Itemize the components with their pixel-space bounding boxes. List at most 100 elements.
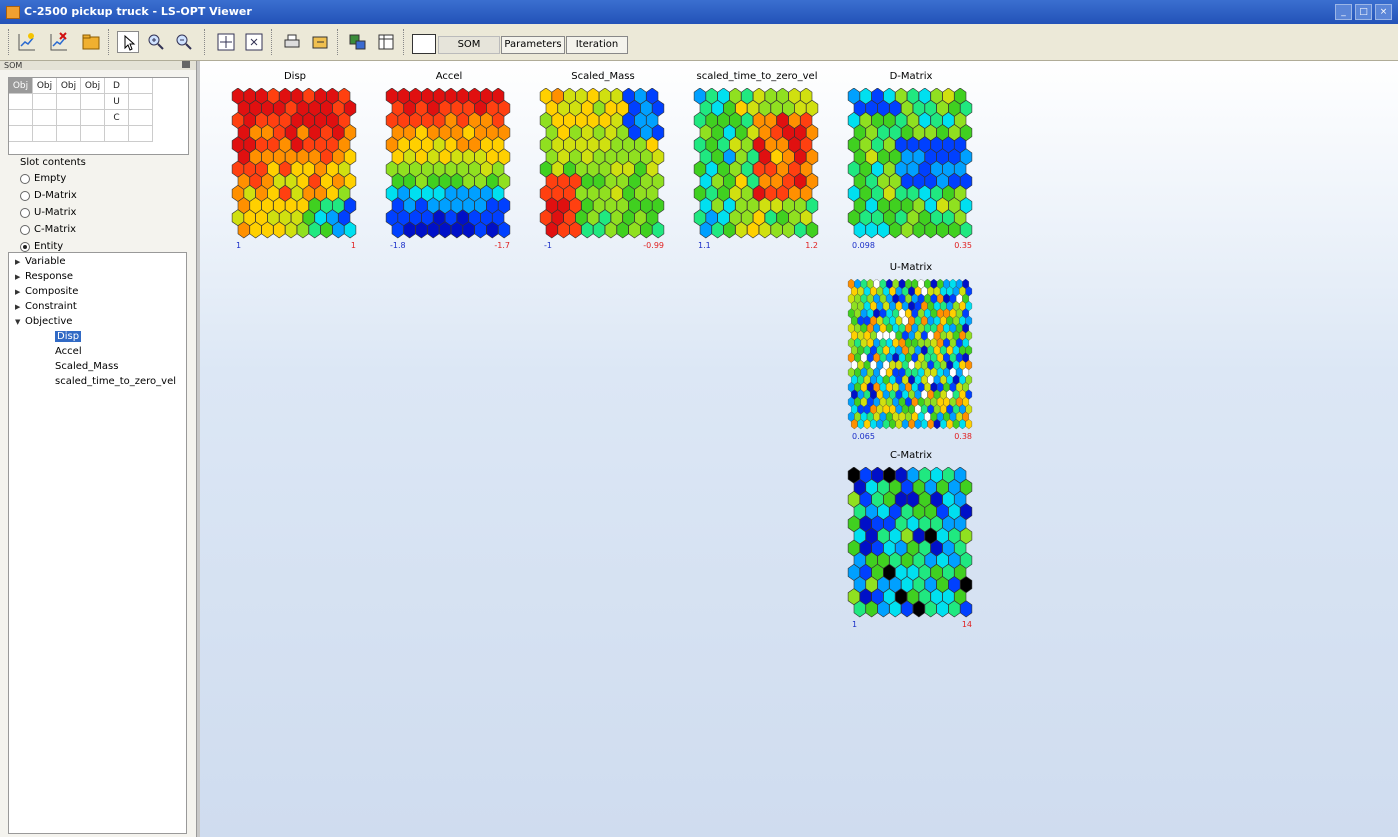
zoom-in-icon[interactable] <box>145 31 167 53</box>
maximize-button[interactable]: □ <box>1355 4 1372 20</box>
collapsed-arrow-icon[interactable]: ▶ <box>15 288 25 296</box>
slot-grid: Obj Obj Obj Obj D U C <box>8 77 189 155</box>
radio-button-icon[interactable] <box>20 241 30 252</box>
radio-empty[interactable]: Empty <box>20 173 66 184</box>
tree-item[interactable]: Disp <box>55 331 82 342</box>
slot-cell[interactable] <box>129 78 153 94</box>
screenshot-icon[interactable] <box>347 31 369 53</box>
slot-cell[interactable] <box>81 126 105 142</box>
tree-item[interactable]: Accel <box>55 346 82 357</box>
som-map-mass[interactable]: Scaled_Mass -1 -0.99 <box>538 71 668 255</box>
som-map-accel[interactable]: Accel -1.8 -1.7 <box>384 71 514 255</box>
radio-label: C-Matrix <box>34 224 77 235</box>
delete-plot-icon[interactable] <box>48 31 70 53</box>
slot-cell[interactable] <box>129 94 153 110</box>
tree-item-label: Accel <box>55 346 82 357</box>
tree-item-label: Scaled_Mass <box>55 361 119 372</box>
tab-parameters[interactable]: Parameters <box>501 36 565 54</box>
minimize-button[interactable]: _ <box>1335 4 1352 20</box>
slot-cell[interactable] <box>33 126 57 142</box>
toolbar-grip[interactable] <box>271 29 275 55</box>
som-map-disp[interactable]: Disp 1 1 <box>230 71 360 255</box>
fit-all-icon[interactable] <box>243 31 265 53</box>
slot-cell[interactable]: U <box>105 94 129 110</box>
radio-button-icon[interactable] <box>20 190 30 201</box>
collapsed-arrow-icon[interactable]: ▶ <box>15 273 25 281</box>
som-map-dmatrix[interactable]: D-Matrix 0.098 0.35 <box>846 71 976 255</box>
radio-u-matrix[interactable]: U-Matrix <box>20 207 76 218</box>
collapsed-arrow-icon[interactable]: ▶ <box>15 303 25 311</box>
tree-item[interactable]: ▶ Composite <box>15 286 78 297</box>
new-plot-icon[interactable] <box>16 31 38 53</box>
slot-cell[interactable] <box>9 94 33 110</box>
radio-button-icon[interactable] <box>20 207 30 218</box>
radio-c-matrix[interactable]: C-Matrix <box>20 224 76 235</box>
map-max-value: 0.38 <box>954 432 972 441</box>
close-button[interactable]: × <box>1375 4 1392 20</box>
collapsed-arrow-icon[interactable]: ▶ <box>15 258 25 266</box>
map-title: C-Matrix <box>889 450 933 461</box>
print-icon[interactable] <box>281 31 303 53</box>
toolbar-grip[interactable] <box>337 29 341 55</box>
tree-item[interactable]: ▶ Constraint <box>15 301 77 312</box>
toolbar-grip[interactable] <box>108 29 112 55</box>
slot-cell[interactable] <box>9 126 33 142</box>
slot-cell[interactable] <box>57 110 81 126</box>
som-map-umatrix[interactable]: U-Matrix 0.065 0.38 <box>846 262 976 446</box>
toolbar: SOM Parameters Iteration <box>0 24 1398 61</box>
slot-cell[interactable]: C <box>105 110 129 126</box>
entity-tree: ▶ Variable ▶ Response ▶ Composite ▶ Constraint ▼… <box>8 252 187 834</box>
panel-title: SOM <box>4 61 23 70</box>
slot-cell[interactable]: Obj <box>33 78 57 94</box>
map-title: Disp <box>283 71 307 82</box>
tab-iteration[interactable]: Iteration <box>566 36 628 54</box>
radio-d-matrix[interactable]: D-Matrix <box>20 190 77 201</box>
tab-som[interactable]: SOM <box>438 36 500 54</box>
plot-preview-box[interactable] <box>412 34 436 54</box>
tree-item[interactable]: ▶ Response <box>15 271 73 282</box>
tree-item[interactable]: scaled_time_to_zero_vel <box>55 376 176 387</box>
slot-cell[interactable]: Obj <box>9 78 33 94</box>
window-title: C-2500 pickup truck - LS-OPT Viewer <box>24 5 252 18</box>
tree-item[interactable]: ▶ Variable <box>15 256 66 267</box>
toolbar-grip[interactable] <box>403 29 407 55</box>
slot-cell[interactable] <box>129 110 153 126</box>
tree-item[interactable]: Scaled_Mass <box>55 361 118 372</box>
tree-item[interactable]: ▼ Objective <box>15 316 72 327</box>
radio-button-icon[interactable] <box>20 173 30 184</box>
radio-entity[interactable]: Entity <box>20 241 63 252</box>
expanded-arrow-icon[interactable]: ▼ <box>15 318 25 326</box>
tree-item-label: Response <box>25 271 74 282</box>
map-title: U-Matrix <box>889 262 933 273</box>
slot-cell[interactable] <box>33 110 57 126</box>
slot-cell[interactable]: Obj <box>57 78 81 94</box>
hex-grid <box>539 88 665 239</box>
slot-cell[interactable]: Obj <box>81 78 105 94</box>
slot-cell[interactable] <box>129 126 153 142</box>
radio-button-icon[interactable] <box>20 224 30 235</box>
slot-cell[interactable] <box>33 94 57 110</box>
map-max-value: -1.7 <box>494 241 510 250</box>
toolbar-grip[interactable] <box>204 29 208 55</box>
fit-window-icon[interactable] <box>215 31 237 53</box>
slot-cell[interactable] <box>9 110 33 126</box>
export-icon[interactable] <box>309 31 331 53</box>
toolbar-grip[interactable] <box>8 29 12 55</box>
columns-icon[interactable] <box>375 31 397 53</box>
slot-contents-label: Slot contents <box>20 157 86 168</box>
map-min-value: 0.098 <box>852 241 875 250</box>
zoom-out-icon[interactable] <box>173 31 195 53</box>
slot-cell[interactable] <box>105 126 129 142</box>
slot-cell[interactable] <box>57 94 81 110</box>
slot-cell[interactable] <box>81 94 105 110</box>
pointer-icon[interactable] <box>117 31 139 53</box>
open-folder-icon[interactable] <box>80 31 102 53</box>
slot-cell[interactable] <box>81 110 105 126</box>
app-icon <box>6 6 20 19</box>
som-map-time[interactable]: scaled_time_to_zero_vel 1.1 1.2 <box>692 71 822 255</box>
slot-cell[interactable]: D <box>105 78 129 94</box>
slot-cell[interactable] <box>57 126 81 142</box>
panel-close-icon[interactable] <box>182 61 190 68</box>
som-map-cmatrix[interactable]: C-Matrix 1 14 <box>846 450 976 634</box>
hex-grid <box>847 279 973 430</box>
